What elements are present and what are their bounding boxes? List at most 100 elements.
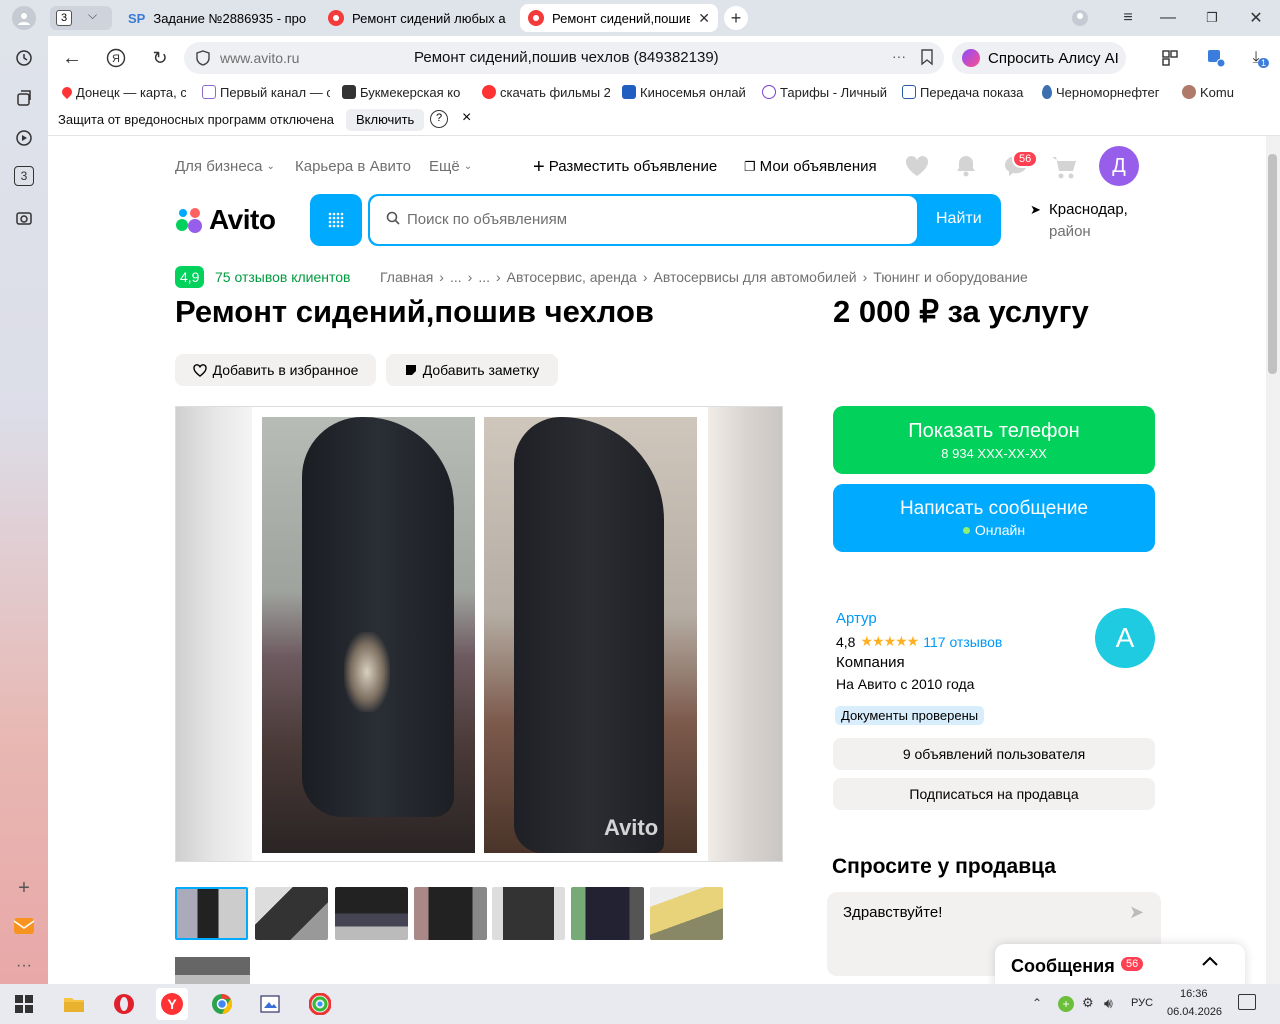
enable-button[interactable]: Включить — [346, 109, 425, 131]
clock-date[interactable]: 06.04.2026 — [1167, 1006, 1222, 1018]
bookmark-item[interactable]: Komu — [1182, 82, 1238, 102]
add-favorite-button[interactable]: Добавить в избранное — [175, 354, 376, 386]
nav-more[interactable]: Ещё ⌄ — [429, 158, 472, 175]
history-icon[interactable] — [12, 46, 36, 70]
my-ads-link[interactable]: ❐ Мои объявления — [744, 158, 877, 175]
seller-name[interactable]: Артур — [836, 610, 877, 627]
yandex-icon[interactable]: Я — [104, 46, 128, 70]
profile-icon[interactable] — [12, 6, 36, 30]
translate-icon[interactable] — [1204, 46, 1228, 70]
clock-time[interactable]: 16:36 — [1180, 988, 1208, 1000]
reload-icon[interactable]: ↻ — [148, 46, 172, 70]
tray-tool-icon[interactable]: ⚙ — [1082, 995, 1094, 1011]
chrome-icon[interactable] — [206, 988, 238, 1020]
close-window-icon[interactable]: ✕ — [1244, 6, 1268, 30]
back-icon[interactable]: ← — [60, 46, 84, 70]
breadcrumb-item[interactable]: Главная — [380, 269, 433, 285]
rail-badge-icon[interactable]: 3 — [14, 166, 34, 186]
yandex-browser-icon[interactable]: Y — [156, 988, 188, 1020]
ask-message-text: Здравствуйте! — [843, 904, 943, 921]
thumbnail-6[interactable] — [571, 887, 644, 940]
screenshot-icon[interactable] — [12, 206, 36, 230]
search-input[interactable]: Поиск по объявлениям — [370, 196, 917, 244]
bookmark-item[interactable]: Букмекерская ко — [342, 82, 472, 102]
seller-avatar[interactable]: А — [1095, 608, 1155, 668]
bookmark-item[interactable]: Тарифы - Личный — [762, 82, 890, 102]
main-photo[interactable]: Avito — [175, 406, 783, 862]
more-icon[interactable]: ··· — [12, 954, 36, 978]
more-dots-icon[interactable]: ··· — [892, 48, 906, 64]
thumbnail-1[interactable] — [175, 887, 248, 940]
bookmark-item[interactable]: Киносемья онлай — [622, 82, 752, 102]
tab-group[interactable]: 3 ⌵ — [50, 6, 112, 30]
tab-repair-active[interactable]: Ремонт сидений,пошив ✕ — [520, 4, 718, 32]
bell-icon[interactable] — [954, 154, 978, 183]
collections-icon[interactable] — [12, 86, 36, 110]
tab-task[interactable]: SP Задание №2886935 - про — [120, 4, 316, 32]
breadcrumb-item[interactable]: Тюнинг и оборудование — [873, 269, 1028, 285]
play-icon[interactable] — [12, 126, 36, 150]
thumbnail-3[interactable] — [335, 887, 408, 940]
write-message-button[interactable]: Написать сообщение Онлайн — [833, 484, 1155, 552]
file-explorer-icon[interactable] — [58, 988, 90, 1020]
rating-reviews-link[interactable]: 75 отзывов клиентов — [215, 269, 351, 285]
messages-panel[interactable]: Сообщения 56 — [995, 944, 1245, 984]
thumbnail-7[interactable] — [650, 887, 723, 940]
add-panel-icon[interactable]: + — [12, 876, 36, 900]
opera-icon[interactable] — [108, 988, 140, 1020]
tab-repair-1[interactable]: Ремонт сидений любых а — [320, 4, 516, 32]
new-tab-icon[interactable]: + — [724, 6, 748, 30]
nav-career[interactable]: Карьера в Авито — [295, 158, 411, 175]
bookmark-item[interactable]: Черноморнефтег — [1042, 82, 1170, 102]
account-icon[interactable] — [1068, 6, 1092, 30]
chevron-up-icon[interactable] — [1201, 954, 1219, 972]
volume-icon[interactable]: 🔊︎ — [1104, 995, 1113, 1012]
breadcrumb-item[interactable]: ... — [450, 269, 462, 285]
seller-reviews-link[interactable]: 117 отзывов — [923, 634, 1002, 650]
bookmark-item[interactable]: скачать фильмы 2 — [482, 82, 610, 102]
bookmark-item[interactable]: Первый канал — с — [202, 82, 330, 102]
notifications-icon[interactable] — [1238, 994, 1256, 1010]
ask-alice-button[interactable]: Спросить Алису AI — [952, 42, 1126, 74]
thumbnail-5[interactable] — [492, 887, 565, 940]
tray-app-icon[interactable]: + — [1058, 996, 1074, 1012]
tray-chevron-up-icon[interactable]: ⌃ — [1032, 996, 1042, 1010]
nav-business[interactable]: Для бизнеса ⌄ — [175, 158, 275, 175]
mail-icon[interactable] — [12, 914, 36, 938]
restore-icon[interactable]: ❐ — [1200, 6, 1224, 30]
url-field[interactable]: www.avito.ru Ремонт сидений,пошив чехлов… — [184, 42, 944, 74]
favorites-icon[interactable] — [904, 154, 930, 183]
close-icon[interactable]: × — [462, 109, 471, 127]
breadcrumb-item[interactable]: Автосервис, аренда — [507, 269, 637, 285]
breadcrumb-item[interactable]: ... — [478, 269, 490, 285]
post-ad-link[interactable]: + Разместить объявление — [533, 157, 717, 177]
user-avatar[interactable]: Д — [1099, 146, 1139, 186]
location-selector[interactable]: ➤ Краснодар, район — [1030, 199, 1128, 243]
cart-icon[interactable] — [1051, 154, 1079, 185]
thumbnail-8[interactable] — [175, 957, 250, 984]
avito-logo[interactable]: Avito — [175, 204, 276, 236]
thumbnail-4[interactable] — [414, 887, 487, 940]
minimize-icon[interactable]: — — [1156, 6, 1180, 30]
thumbnail-2[interactable] — [255, 887, 328, 940]
color-app-icon[interactable] — [304, 988, 336, 1020]
seller-ads-button[interactable]: 9 объявлений пользователя — [833, 738, 1155, 770]
bookmark-item[interactable]: Передача показа — [902, 82, 1032, 102]
help-icon[interactable]: ? — [430, 110, 448, 128]
send-icon[interactable]: ➤ — [1129, 902, 1144, 923]
categories-button[interactable] — [310, 194, 362, 246]
add-note-button[interactable]: Добавить заметку — [386, 354, 558, 386]
language-indicator[interactable]: РУС — [1131, 997, 1153, 1009]
search-button[interactable]: Найти — [936, 210, 982, 228]
breadcrumb-item[interactable]: Автосервисы для автомобилей — [654, 269, 857, 285]
show-phone-button[interactable]: Показать телефон 8 934 XXX-XX-XX — [833, 406, 1155, 474]
scrollbar-thumb[interactable] — [1268, 154, 1277, 374]
windows-start-icon[interactable] — [8, 988, 40, 1020]
paint-app-icon[interactable] — [254, 988, 286, 1020]
menu-icon[interactable]: ≡ — [1116, 6, 1140, 30]
bookmark-icon[interactable] — [920, 48, 934, 71]
bookmark-item[interactable]: Донецк — карта, с — [62, 82, 186, 102]
tab-close-icon[interactable]: ✕ — [698, 10, 710, 27]
subscribe-seller-button[interactable]: Подписаться на продавца — [833, 778, 1155, 810]
extensions-icon[interactable] — [1158, 46, 1182, 70]
